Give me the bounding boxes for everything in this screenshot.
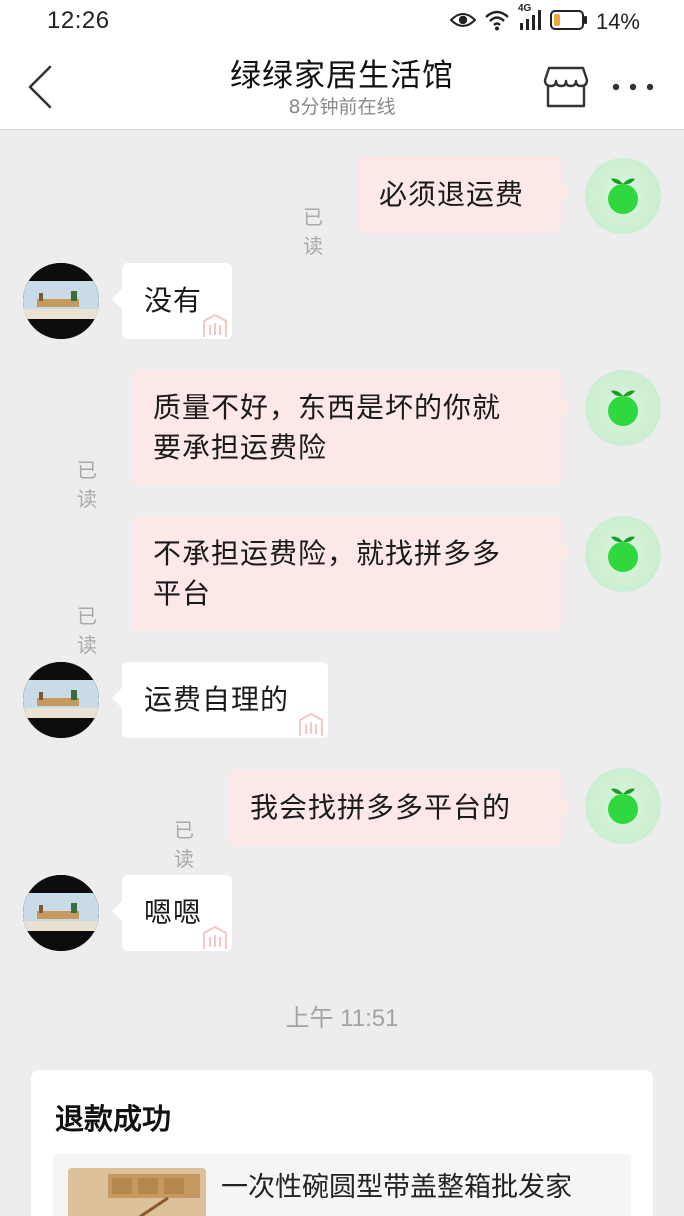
message-bubble[interactable]: 必须退运费 (357, 157, 571, 233)
fruit-icon (608, 390, 638, 426)
my-avatar[interactable] (585, 768, 661, 844)
more-icon (612, 83, 654, 91)
refund-product[interactable]: 一次性碗圆型带盖整箱批发家 (53, 1154, 631, 1216)
fruit-icon (608, 178, 638, 214)
refund-title: 退款成功 (55, 1102, 172, 1136)
shop-avatar-image (23, 662, 99, 738)
shop-avatar[interactable] (23, 263, 99, 339)
status-bar: 12:26 4G 14% (0, 0, 684, 44)
time-divider: 上午 11:51 (285, 1005, 399, 1032)
message-bubble[interactable]: 我会找拼多多平台的 (228, 770, 571, 846)
signal-icon: 4G (518, 3, 542, 35)
shop-stamp-icon (203, 925, 227, 949)
status-time: 12:26 (47, 7, 110, 34)
read-receipt: 已读 (77, 458, 97, 511)
shop-stamp-icon (299, 712, 323, 736)
message-bubble[interactable]: 嗯嗯 (112, 875, 232, 951)
shop-stamp-icon (203, 313, 227, 337)
message-text: 没有 (144, 284, 203, 317)
refund-card[interactable]: 退款成功 一次性碗圆型带盖整箱批发家 (31, 1070, 653, 1216)
message-text-line: 不承担运费险，就找拼多多 (153, 537, 502, 570)
eye-icon (449, 11, 477, 33)
product-thumbnail (68, 1168, 206, 1216)
message-text: 必须退运费 (379, 178, 525, 211)
my-avatar[interactable] (585, 516, 661, 592)
message-text: 我会找拼多多平台的 (250, 791, 512, 824)
message-text: 运费自理的 (144, 683, 290, 716)
read-receipt: 已读 (303, 205, 323, 258)
chat-header: 绿绿家居生活馆 8分钟前在线 (0, 44, 684, 130)
message-text-line: 质量不好，东西是坏的你就 (153, 391, 502, 424)
battery-icon (549, 9, 588, 35)
message-bubble[interactable]: 不承担运费险，就找拼多多 平台 (131, 516, 571, 631)
shop-avatar[interactable] (23, 662, 99, 738)
my-avatar[interactable] (585, 370, 661, 446)
message-text-line: 平台 (153, 577, 212, 610)
battery-percent: 14% (595, 9, 640, 34)
read-receipt: 已读 (174, 818, 194, 871)
fruit-icon (608, 536, 638, 572)
more-button[interactable] (608, 69, 658, 105)
shop-avatar-image (23, 263, 99, 339)
fruit-icon (608, 788, 638, 824)
message-bubble[interactable]: 质量不好，东西是坏的你就 要承担运费险 (131, 370, 571, 485)
status-icons: 4G 14% (449, 3, 640, 36)
shop-button[interactable] (543, 64, 589, 110)
message-bubble[interactable]: 没有 (112, 263, 232, 339)
message-text-line: 要承担运费险 (153, 431, 328, 464)
message-text: 嗯嗯 (144, 896, 203, 929)
shop-avatar[interactable] (23, 875, 99, 951)
shop-icon (543, 66, 589, 108)
shop-avatar-image (23, 875, 99, 951)
network-type-label: 4G (517, 3, 532, 14)
product-name: 一次性碗圆型带盖整箱批发家 (221, 1172, 572, 1203)
my-avatar[interactable] (585, 158, 661, 234)
wifi-icon (484, 9, 510, 35)
message-bubble[interactable]: 运费自理的 (112, 662, 328, 738)
read-receipt: 已读 (77, 604, 97, 657)
